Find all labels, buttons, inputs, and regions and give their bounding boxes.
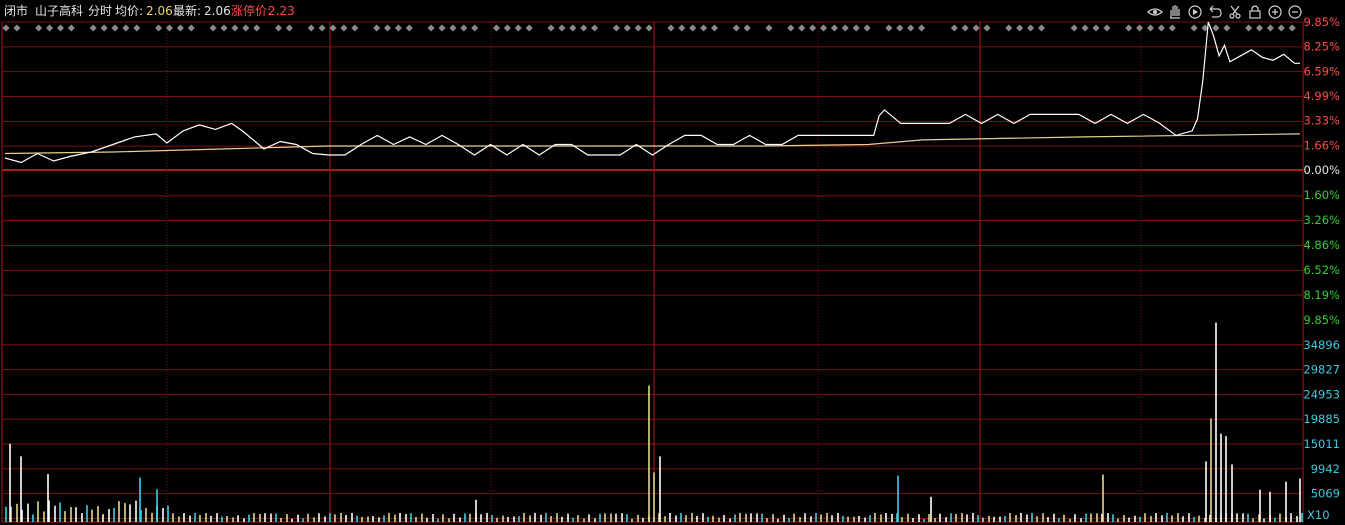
volume-tick-label: 9942 xyxy=(1311,462,1340,476)
y-tick-label-up: 1.66% xyxy=(1303,138,1340,152)
volume-unit-label: X10 xyxy=(1307,508,1330,522)
chart-background xyxy=(0,0,1345,525)
y-tick-label-up: 4.99% xyxy=(1303,89,1340,103)
market-status: 闭市 xyxy=(4,4,29,18)
volume-tick-label: 29827 xyxy=(1303,363,1340,377)
chart-header: 闭市 山子高科 分时 均价: 2.06 最新: 2.06 涨停价: 2.23 xyxy=(0,0,1345,22)
avg-price-value: 2.06 xyxy=(146,4,173,18)
volume-tick-label: 19885 xyxy=(1303,412,1340,426)
volume-tick-label: 5069 xyxy=(1311,487,1340,501)
volume-tick-label: 34896 xyxy=(1303,338,1340,352)
y-tick-label-up: 0.00% xyxy=(1303,163,1340,177)
stock-name: 山子高科 xyxy=(35,4,84,18)
volume-tick-label: 24953 xyxy=(1303,387,1340,401)
y-tick-label-down: 6.52% xyxy=(1303,263,1340,277)
y-tick-label-down: 4.86% xyxy=(1303,238,1340,252)
avg-price-label: 均价: xyxy=(115,4,144,18)
limit-up-value: 2.23 xyxy=(268,4,295,18)
y-tick-label-down: 8.19% xyxy=(1303,288,1340,302)
volume-tick-label: 15011 xyxy=(1303,437,1340,451)
intraday-chart[interactable]: 9.85% 8.25% 6.59% 4.99% 3.33% 1.66% 0.00% 1.60%… xyxy=(0,0,1345,525)
y-tick-label-down: 1.60% xyxy=(1303,188,1340,202)
y-axis-labels: 9.85% 8.25% 6.59% 4.99% 3.33% 1.66% 0.00% 1.60%… xyxy=(1303,15,1340,522)
last-price-value: 2.06 xyxy=(204,4,231,18)
y-tick-label-up: 8.25% xyxy=(1303,40,1340,54)
chart-mode-label[interactable]: 分时 xyxy=(88,4,112,18)
last-price-label: 最新: xyxy=(173,4,202,18)
limit-up-label: 涨停价: xyxy=(231,4,272,18)
y-tick-label-down: 9.85% xyxy=(1303,313,1340,327)
y-tick-label-up: 3.33% xyxy=(1303,114,1340,128)
y-tick-label-up: 6.59% xyxy=(1303,64,1340,78)
y-tick-label-down: 3.26% xyxy=(1303,213,1340,227)
